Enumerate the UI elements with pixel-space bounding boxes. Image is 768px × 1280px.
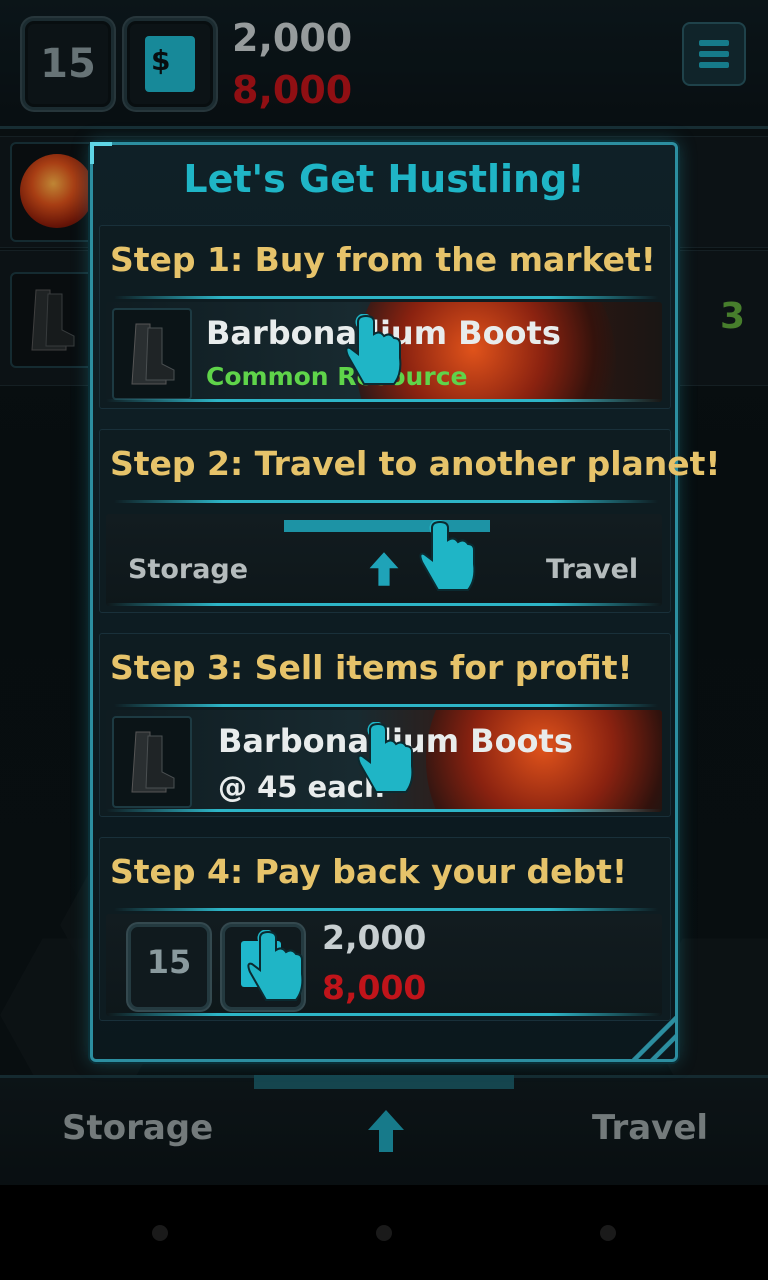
level-badge: 15 [128, 924, 210, 1010]
tutorial-dialog[interactable]: Let's Get Hustling! Step 1: Buy from the… [90, 142, 720, 1062]
recents-button[interactable] [600, 1225, 616, 1241]
travel-nav-preview[interactable]: Storage Travel [106, 514, 662, 606]
step-4-card: Step 4: Pay back your debt! 15 2,000 8,0… [99, 837, 671, 1021]
debt-amount: 8,000 [322, 968, 427, 1007]
item-rarity: Common Resource [206, 362, 468, 391]
step-3-title: Step 3: Sell items for profit! [110, 648, 633, 687]
boots-icon [131, 731, 175, 793]
step-2-title: Step 2: Travel to another planet! [110, 444, 721, 483]
step-1-card: Step 1: Buy from the market! Barbonadium… [99, 225, 671, 409]
boots-icon [131, 323, 175, 385]
tap-hand-icon [247, 930, 304, 1001]
step-2-card: Step 2: Travel to another planet! Storag… [99, 429, 720, 613]
step-4-title: Step 4: Pay back your debt! [110, 852, 628, 891]
home-button[interactable] [376, 1225, 392, 1241]
back-button[interactable] [152, 1225, 168, 1241]
system-nav-bar [0, 1185, 768, 1280]
tap-hand-icon [345, 314, 402, 385]
item-thumbnail [112, 716, 192, 808]
level-value: 15 [146, 943, 192, 981]
up-arrow-icon [369, 552, 399, 586]
tap-hand-icon [419, 520, 476, 591]
step-3-card: Step 3: Sell items for profit! Barbonadi… [99, 633, 671, 817]
market-item-row[interactable]: Barbonadium Boots Common Resource [106, 302, 662, 402]
step-1-title: Step 1: Buy from the market! [110, 240, 656, 279]
dialog-title: Let's Get Hustling! [183, 157, 585, 201]
storage-label: Storage [128, 554, 249, 585]
tap-hand-icon [357, 722, 414, 793]
cash-amount: 2,000 [322, 918, 427, 957]
sell-item-row[interactable]: Barbonadium Boots @ 45 each [106, 710, 662, 812]
travel-label: Travel [546, 554, 639, 585]
item-thumbnail [112, 308, 192, 400]
debt-hud-preview[interactable]: 15 2,000 8,000 [106, 914, 662, 1016]
